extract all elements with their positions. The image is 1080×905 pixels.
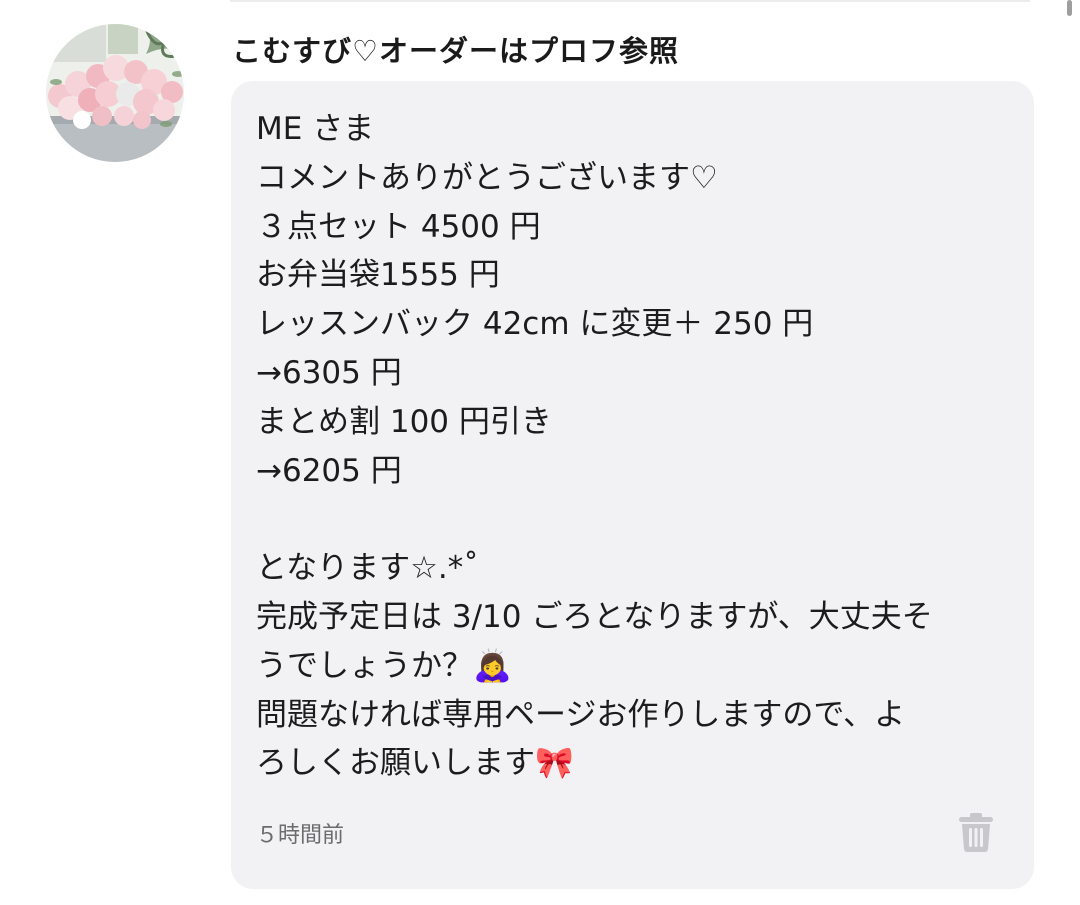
comment-author-name[interactable]: こむすび♡オーダーはプロフ参照 <box>232 28 679 70</box>
top-divider <box>230 0 1030 2</box>
message-line: 完成予定日は 3/10 ごろとなりますが、大丈夫そ <box>256 598 933 635</box>
delete-comment-button[interactable] <box>957 811 995 853</box>
message-line: レッスンバック 42cm に変更＋ 250 円 <box>256 306 814 343</box>
message-line: →6205 円 <box>256 452 402 489</box>
message-line: コメントありがとうございます♡ <box>256 159 718 196</box>
message-line: 問題なければ専用ページお作りしますので、よ <box>256 696 906 733</box>
message-line: ろしくお願いします🎀 <box>256 745 574 782</box>
scrollbar[interactable] <box>1067 0 1072 16</box>
message-line: となります☆.*˚ <box>256 550 479 587</box>
message-line: お弁当袋1555 円 <box>256 257 500 294</box>
user-avatar[interactable] <box>46 24 184 162</box>
message-line: うでしょうか？🙇‍♀️ <box>256 647 512 684</box>
comment-message: ME さま コメントありがとうございます♡ ３点セット 4500 円 お弁当袋1… <box>256 105 1016 788</box>
trash-icon <box>959 813 993 852</box>
flower-bouquet-avatar-icon <box>46 24 184 162</box>
message-line: ３点セット 4500 円 <box>256 208 541 245</box>
message-line: まとめ割 100 円引き <box>256 403 552 440</box>
comment-bubble: ME さま コメントありがとうございます♡ ３点セット 4500 円 お弁当袋1… <box>231 81 1034 889</box>
comment-timestamp: ５時間前 <box>256 823 345 848</box>
message-line: ME さま <box>256 111 375 147</box>
message-line: →6305 円 <box>256 354 402 391</box>
